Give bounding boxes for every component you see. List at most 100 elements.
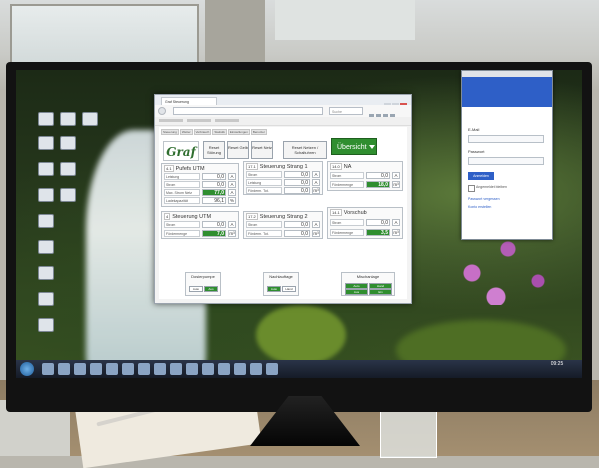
desktop-icon[interactable] bbox=[38, 266, 54, 280]
reset-schaltuhren-button[interactable]: Reset Netzen / Schaltuhren bbox=[283, 141, 327, 159]
taskbar-app-icon[interactable] bbox=[138, 363, 150, 375]
reset-stoerung-button[interactable]: Reset Störung bbox=[203, 141, 225, 159]
row-unit: A bbox=[228, 221, 236, 228]
panel-number: 17.1 bbox=[246, 163, 258, 170]
taskbar-app-icon[interactable] bbox=[154, 363, 166, 375]
desktop-icon[interactable] bbox=[38, 112, 54, 126]
panel-steuerung-utm: 4 Steuerung UTM Strom 0,0 A Fördermenge 7… bbox=[161, 211, 239, 239]
mode-button-auto[interactable]: Auto bbox=[267, 286, 281, 292]
mode-button-ein[interactable]: Ein bbox=[369, 289, 392, 295]
mode-button-aus[interactable]: Aus bbox=[345, 289, 368, 295]
row-label: Leistung bbox=[164, 173, 200, 180]
taskbar-app-icon[interactable] bbox=[250, 363, 262, 375]
row-unit: % bbox=[228, 197, 236, 204]
email-field[interactable] bbox=[468, 135, 544, 143]
taskbar-app-icon[interactable] bbox=[122, 363, 134, 375]
data-row: Ladekapazität 96,1 % bbox=[164, 197, 238, 204]
subnav-item[interactable]: Verbrauch bbox=[193, 129, 212, 135]
row-unit: m³ bbox=[392, 181, 400, 188]
taskbar-app-icon[interactable] bbox=[202, 363, 214, 375]
password-field[interactable] bbox=[468, 157, 544, 165]
remember-checkbox[interactable] bbox=[468, 185, 475, 192]
subnav-item[interactable]: Wetter bbox=[179, 129, 193, 135]
row-value: 96,1 bbox=[202, 197, 226, 204]
taskbar-app-icon[interactable] bbox=[234, 363, 246, 375]
taskbar-clock[interactable]: 09:25 bbox=[536, 361, 578, 377]
taskbar-app-icon[interactable] bbox=[266, 363, 278, 375]
bookmark-item[interactable] bbox=[159, 119, 183, 122]
desktop-icon[interactable] bbox=[60, 112, 76, 126]
row-unit: m³ bbox=[392, 229, 400, 236]
desktop-icon[interactable] bbox=[38, 188, 54, 202]
desktop-icon[interactable] bbox=[82, 112, 98, 126]
panel-title: 17.1 Steuerung Strang 1 bbox=[246, 163, 308, 170]
panel-strang-2: 17.2 Steuerung Strang 2 Strom 0,0 A Förde… bbox=[243, 211, 323, 239]
subnav-item[interactable]: Statistik bbox=[212, 129, 227, 135]
panel-vorschub: 14.1 Vorschub Strom 0,0 A Fördermenge 3,5… bbox=[327, 207, 403, 239]
data-row: Strom 0,0 A bbox=[164, 181, 238, 188]
taskbar: 09:25 bbox=[16, 360, 582, 378]
desktop-icon[interactable] bbox=[38, 318, 54, 332]
subnav-item[interactable]: Benutzer bbox=[250, 129, 267, 135]
row-value: 0,0 bbox=[202, 181, 226, 188]
taskbar-app-icon[interactable] bbox=[186, 363, 198, 375]
subnav-item[interactable]: Steuerung bbox=[161, 129, 179, 135]
overview-dropdown[interactable]: Übersicht bbox=[331, 138, 377, 155]
row-label: Max. Strom Netz bbox=[164, 189, 200, 196]
desktop-icon[interactable] bbox=[60, 188, 76, 202]
overview-label: Übersicht bbox=[337, 144, 367, 151]
browser-search-input[interactable]: Suche bbox=[329, 107, 363, 115]
taskbar-app-icon[interactable] bbox=[58, 363, 70, 375]
row-label: Strom bbox=[164, 181, 200, 188]
desktop-icon[interactable] bbox=[60, 136, 76, 150]
row-value: 0,0 bbox=[202, 221, 226, 228]
url-bar[interactable] bbox=[173, 107, 323, 115]
create-account-link[interactable]: Konto erstellen bbox=[468, 205, 491, 209]
reset-gelb-button[interactable]: Reset Gelb bbox=[227, 141, 249, 159]
taskbar-app-icon[interactable] bbox=[218, 363, 230, 375]
login-button[interactable]: Anmelden bbox=[468, 172, 494, 180]
room-window-2 bbox=[275, 0, 415, 40]
bottom-panel-title: Dosierpumpe bbox=[191, 274, 215, 279]
reset-netz-button[interactable]: Reset Netz bbox=[251, 141, 273, 159]
clock-time: 09:25 bbox=[550, 361, 564, 367]
row-value: 0,0 bbox=[366, 172, 390, 179]
panel-title-text: Pufefs UTM bbox=[175, 166, 205, 172]
desktop-icon[interactable] bbox=[60, 162, 76, 176]
browser-tool-icons bbox=[369, 107, 407, 120]
browser-titlebar[interactable]: Graf Steuerung bbox=[155, 95, 411, 109]
start-button[interactable] bbox=[20, 362, 34, 376]
taskbar-app-icon[interactable] bbox=[170, 363, 182, 375]
taskbar-app-icon[interactable] bbox=[90, 363, 102, 375]
desktop-icon[interactable] bbox=[38, 162, 54, 176]
mode-button-hand[interactable]: Hand bbox=[282, 286, 296, 292]
subnav-item[interactable]: Einstellungen bbox=[227, 129, 250, 135]
taskbar-app-icon[interactable] bbox=[106, 363, 118, 375]
back-icon[interactable] bbox=[158, 107, 166, 115]
row-value: 3,5 bbox=[366, 229, 390, 236]
row-label: Förderm. Tot. bbox=[246, 187, 282, 194]
web-page: Steuerung Wetter Verbrauch Statistik Einstel… bbox=[159, 127, 407, 299]
row-value: 0,0 bbox=[202, 173, 226, 180]
data-row: Förderm. Tot. 0,0 m³ bbox=[246, 187, 322, 194]
taskbar-app-icon[interactable] bbox=[74, 363, 86, 375]
password-label: Passwort bbox=[468, 149, 485, 154]
mode-button-auto[interactable]: Auto bbox=[189, 286, 203, 292]
bookmark-item[interactable] bbox=[215, 119, 239, 122]
panel-puffer-utm: 4.1 Pufefs UTM Leistung 0,0 A Strom 0,0 A… bbox=[161, 163, 239, 207]
data-row: Max. Strom Netz 77,0 A bbox=[164, 189, 238, 196]
forgot-password-link[interactable]: Passwort vergessen bbox=[468, 197, 500, 201]
row-value: 7,0 bbox=[202, 230, 226, 237]
row-value: 0,0 bbox=[284, 230, 310, 237]
desktop-icon[interactable] bbox=[38, 292, 54, 306]
bottom-panel-title: Mischanlage bbox=[356, 274, 380, 279]
browser-tab[interactable]: Graf Steuerung bbox=[161, 97, 217, 105]
desktop-icon[interactable] bbox=[38, 214, 54, 228]
desktop-icon[interactable] bbox=[38, 240, 54, 254]
taskbar-app-icon[interactable] bbox=[42, 363, 54, 375]
mode-button-aus[interactable]: Aus bbox=[204, 286, 218, 292]
desktop-icon[interactable] bbox=[38, 136, 54, 150]
row-label: Leistung bbox=[246, 179, 282, 186]
login-titlebar[interactable] bbox=[462, 71, 552, 77]
bookmark-item[interactable] bbox=[187, 119, 211, 122]
